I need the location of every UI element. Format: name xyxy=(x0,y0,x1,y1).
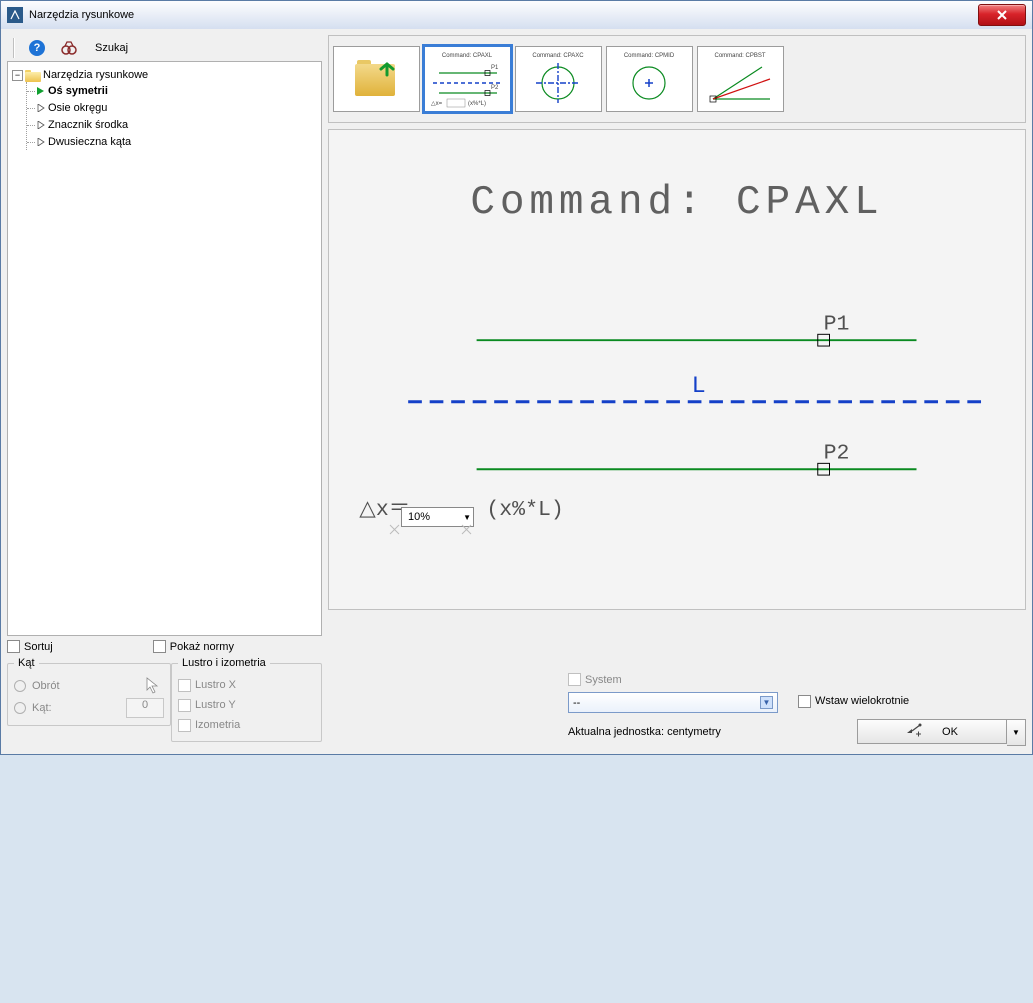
checkbox-icon xyxy=(153,640,166,653)
angle-radio: Kąt: 0 xyxy=(14,697,164,719)
angle-legend: Kąt xyxy=(14,657,39,669)
thumb-cpaxl[interactable]: Command: CPAXL P1 P2 △x= (x%*L) xyxy=(424,46,511,112)
close-button[interactable] xyxy=(978,4,1026,26)
tree-panel[interactable]: − Narzędzia rysunkowe Oś symetrii Osie o… xyxy=(7,61,322,636)
label-p1: P1 xyxy=(824,312,850,336)
svg-text:Command: CPAXL: Command: CPAXL xyxy=(442,53,493,59)
chevron-down-icon: ▼ xyxy=(463,513,471,522)
arrow-icon xyxy=(37,121,44,129)
mirror-x-label: Lustro X xyxy=(195,679,236,691)
app-icon xyxy=(7,7,23,23)
checkbox-icon xyxy=(7,640,20,653)
thumb-cpaxc[interactable]: Command: CPAXC xyxy=(515,46,602,112)
tree-item-label: Znacznik środka xyxy=(48,119,128,131)
search-toolbar: ? Szukaj xyxy=(7,35,322,61)
preview-area: Command: CPAXL P1 L P2 △x＝ (x%*L) xyxy=(328,129,1026,610)
tree-item-znacznik[interactable]: Znacznik środka xyxy=(27,116,317,133)
tree-root-label: Narzędzia rysunkowe xyxy=(43,69,148,81)
radio-icon xyxy=(14,702,26,714)
svg-text:Command: CPBST: Command: CPBST xyxy=(714,53,765,59)
svg-text:P1: P1 xyxy=(491,65,499,71)
preview-title: Command: CPAXL xyxy=(470,180,883,226)
checkbox-icon xyxy=(178,719,191,732)
window-title: Narzędzia rysunkowe xyxy=(29,9,978,21)
tree-root[interactable]: − Narzędzia rysunkowe xyxy=(12,68,317,82)
folder-icon xyxy=(25,68,41,82)
label-l: L xyxy=(692,373,706,400)
thumb-cpbst[interactable]: Command: CPBST xyxy=(697,46,784,112)
rotation-radio: Obrót xyxy=(14,675,164,697)
angle-label: Kąt: xyxy=(32,702,52,714)
mirror-legend: Lustro i izometria xyxy=(178,657,270,669)
svg-text:(x%*L): (x%*L) xyxy=(468,101,486,107)
angle-fieldset: Kąt Obrót Kąt: 0 xyxy=(7,657,171,726)
thumb-up-folder[interactable] xyxy=(333,46,420,112)
cursor-icon xyxy=(146,677,160,695)
mirror-y-checkbox: Lustro Y xyxy=(178,695,315,715)
tree-item-label: Osie okręgu xyxy=(48,102,107,114)
arrow-icon xyxy=(37,138,44,146)
separator xyxy=(13,38,15,58)
titlebar: Narzędzia rysunkowe xyxy=(1,1,1032,30)
sort-label: Sortuj xyxy=(24,641,53,653)
arrow-icon xyxy=(37,104,44,112)
mirror-y-label: Lustro Y xyxy=(195,699,236,711)
collapse-icon[interactable]: − xyxy=(12,70,23,81)
binoculars-icon[interactable] xyxy=(61,40,77,56)
mirror-x-checkbox: Lustro X xyxy=(178,675,315,695)
svg-text:Command: CPAXC: Command: CPAXC xyxy=(532,53,584,59)
dialog-body: ? Szukaj − Narzędzia rysunkowe xyxy=(1,29,1032,754)
tree-item-label: Dwusieczna kąta xyxy=(48,136,131,148)
svg-text:P2: P2 xyxy=(491,85,499,91)
rotation-label: Obrót xyxy=(32,680,60,692)
search-label[interactable]: Szukaj xyxy=(95,42,128,54)
sort-checkbox[interactable]: Sortuj xyxy=(7,640,53,653)
isometry-checkbox: Izometria xyxy=(178,715,315,735)
label-p2: P2 xyxy=(824,441,850,465)
show-norms-checkbox[interactable]: Pokaż normy xyxy=(153,640,234,653)
label-formula: (x%*L) xyxy=(486,498,563,522)
checkbox-icon xyxy=(178,699,191,712)
mirror-fieldset: Lustro i izometria Lustro X Lustro Y Izo… xyxy=(171,657,322,742)
svg-text:△x=: △x= xyxy=(431,101,443,107)
checkbox-icon xyxy=(178,679,191,692)
tree-item-label: Oś symetrii xyxy=(48,85,108,97)
tree-item-dwusieczna[interactable]: Dwusieczna kąta xyxy=(27,133,317,150)
thumbnail-bar: Command: CPAXL P1 P2 △x= (x%*L) xyxy=(328,35,1026,123)
radio-icon xyxy=(14,680,26,692)
arrow-icon xyxy=(37,87,44,95)
isometry-label: Izometria xyxy=(195,719,240,731)
angle-input: 0 xyxy=(126,698,164,718)
window-root: Narzędzia rysunkowe ? Szukaj − xyxy=(0,0,1033,755)
thumb-cpmid[interactable]: Command: CPMID xyxy=(606,46,693,112)
svg-text:Command: CPMID: Command: CPMID xyxy=(624,53,675,59)
tree-item-os-symetrii[interactable]: Oś symetrii xyxy=(27,82,317,99)
delta-x-value: 10% xyxy=(408,511,430,523)
tree-item-osie-okregu[interactable]: Osie okręgu xyxy=(27,99,317,116)
help-icon[interactable]: ? xyxy=(29,40,45,56)
cross-mark-icon xyxy=(461,524,1033,1003)
show-norms-label: Pokaż normy xyxy=(170,641,234,653)
